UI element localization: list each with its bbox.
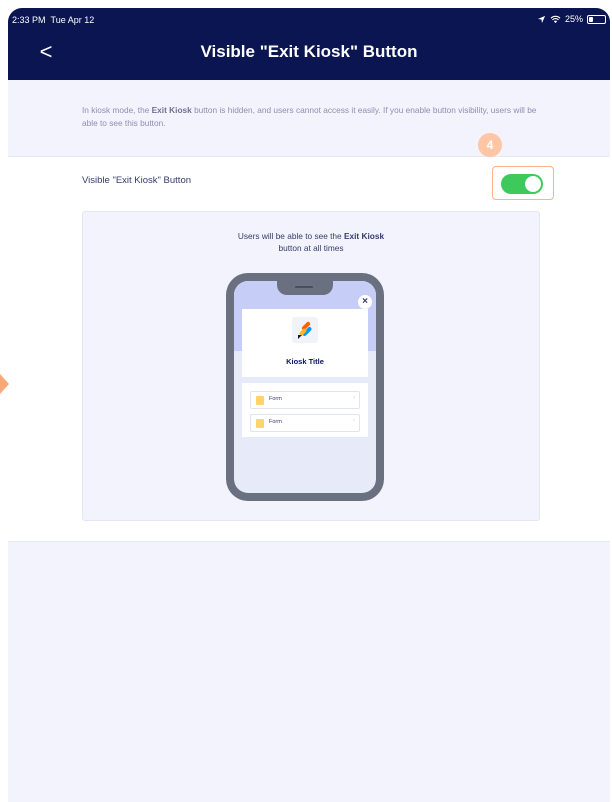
- chevron-right-icon: ›: [353, 395, 355, 401]
- kiosk-logo: [292, 317, 318, 343]
- status-time: 2:33 PM Tue Apr 12: [12, 15, 95, 25]
- battery-icon: [587, 14, 606, 24]
- app-logo-icon: [298, 321, 312, 339]
- exit-kiosk-close-icon: ×: [358, 295, 372, 309]
- status-bar: 2:33 PM Tue Apr 12 25%: [8, 8, 610, 28]
- list-item: Form ›: [250, 391, 360, 409]
- phone-screen: × Kiosk Title Form › Form ›: [234, 281, 376, 493]
- chevron-right-icon: ›: [353, 418, 355, 424]
- step-badge: 4: [478, 133, 502, 157]
- form-label: Form: [269, 396, 282, 402]
- list-item: Form ›: [250, 414, 360, 432]
- forms-list: Form › Form ›: [242, 383, 368, 437]
- nav-bar: < Visible "Exit Kiosk" Button: [8, 28, 610, 80]
- battery-percent: 25%: [564, 14, 583, 24]
- form-icon: [256, 396, 264, 405]
- phone-notch: [277, 281, 333, 295]
- speaker: [295, 286, 313, 288]
- toggle-highlight: [492, 166, 554, 200]
- preview-caption: Users will be able to see the Exit Kiosk…: [237, 231, 385, 253]
- kiosk-header-card: Kiosk Title: [242, 309, 368, 377]
- location-icon: [537, 15, 546, 23]
- setting-card: Visible "Exit Kiosk" Button 4 Users will…: [8, 133, 610, 542]
- exit-kiosk-visibility-toggle[interactable]: [501, 174, 543, 194]
- wifi-icon: [550, 15, 561, 23]
- settings-content: In kiosk mode, the Exit Kiosk button is …: [8, 80, 610, 802]
- preview-panel: Users will be able to see the Exit Kiosk…: [82, 211, 540, 521]
- toggle-knob: [525, 176, 541, 192]
- page-title: Visible "Exit Kiosk" Button: [200, 42, 418, 61]
- phone-illustration: × Kiosk Title Form › Form ›: [226, 273, 384, 501]
- kiosk-title: Kiosk Title: [286, 357, 324, 366]
- battery-fill: [589, 16, 593, 22]
- setting-label: Visible "Exit Kiosk" Button: [82, 175, 192, 186]
- form-label: Form: [269, 419, 282, 425]
- status-indicators: 25%: [537, 14, 606, 24]
- setting-description: In kiosk mode, the Exit Kiosk button is …: [82, 105, 537, 128]
- form-icon: [256, 419, 264, 428]
- annotation-arrow: [0, 374, 9, 394]
- device-frame: 2:33 PM Tue Apr 12 25% < Visible "Exit K…: [8, 8, 610, 802]
